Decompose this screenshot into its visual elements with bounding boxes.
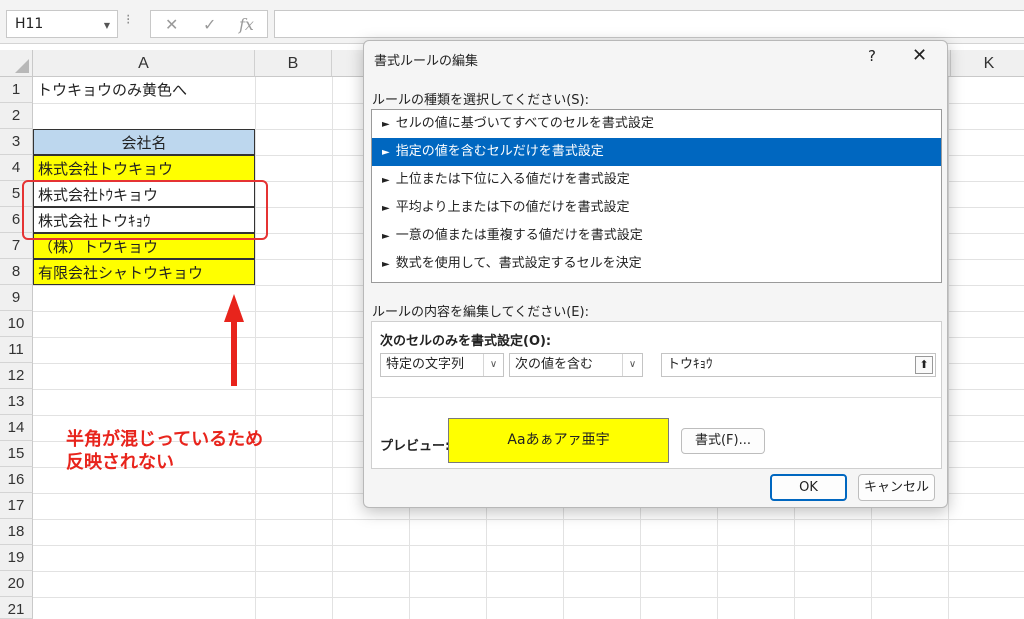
- row-header[interactable]: 3: [0, 129, 33, 155]
- condition-type-value: 特定の文字列: [386, 357, 465, 372]
- row-header[interactable]: 4: [0, 155, 33, 181]
- gridline: [332, 77, 333, 619]
- rule-type-item[interactable]: ► 一意の値または重複する値だけを書式設定: [372, 222, 941, 250]
- row-header[interactable]: 14: [0, 415, 33, 441]
- annotation-line-2: 反映されない: [66, 452, 174, 473]
- rule-type-item-selected[interactable]: ► 指定の値を含むセルだけを書式設定: [372, 138, 941, 166]
- preview-box: Aaあぁアァ亜宇: [448, 418, 669, 463]
- rule-type-text: 指定の値を含むセルだけを書式設定: [395, 144, 604, 159]
- gridline: [33, 519, 1024, 520]
- divider: [372, 397, 941, 398]
- arrow-icon: ►: [382, 203, 390, 214]
- arrow-icon: ►: [382, 147, 390, 158]
- row-header[interactable]: 10: [0, 311, 33, 337]
- up-arrow-icon: [224, 294, 244, 386]
- cell-a3-header[interactable]: 会社名: [33, 129, 255, 155]
- format-button[interactable]: 書式(F)...: [681, 428, 765, 454]
- select-all-button[interactable]: [0, 50, 33, 77]
- cell-a1[interactable]: トウキョウのみ黄色へ: [33, 77, 255, 103]
- column-header-a[interactable]: A: [33, 50, 255, 77]
- edit-rule-label: ルールの内容を編集してください(E):: [372, 305, 589, 320]
- more-options-icon[interactable]: ⁝: [126, 12, 130, 28]
- rule-type-item[interactable]: ► 平均より上または下の値だけを書式設定: [372, 194, 941, 222]
- rule-type-text: セルの値に基づいてすべてのセルを書式設定: [395, 116, 654, 131]
- annotation-line-1: 半角が混じっているため: [66, 429, 264, 450]
- condition-type-select[interactable]: 特定の文字列 ∨: [380, 353, 504, 377]
- arrow-icon: ►: [382, 119, 390, 130]
- column-header-b[interactable]: B: [255, 50, 332, 77]
- condition-operator-value: 次の値を含む: [515, 357, 594, 372]
- column-header-c[interactable]: [332, 50, 364, 77]
- gridline: [33, 545, 1024, 546]
- gridline: [33, 597, 1024, 598]
- row-header[interactable]: 16: [0, 467, 33, 493]
- cell-a4[interactable]: 株式会社トウキョウ: [33, 155, 255, 181]
- check-icon[interactable]: ✓: [203, 15, 216, 34]
- row-header[interactable]: 2: [0, 103, 33, 129]
- rule-type-item[interactable]: ► 数式を使用して、書式設定するセルを決定: [372, 250, 941, 278]
- formula-input[interactable]: [274, 10, 1024, 38]
- rule-type-label: ルールの種類を選択してください(S):: [372, 93, 589, 108]
- row-header[interactable]: 19: [0, 545, 33, 571]
- chevron-down-icon[interactable]: ∨: [622, 354, 642, 376]
- gridline: [33, 571, 1024, 572]
- cell-a8[interactable]: 有限会社シャトウキョウ: [33, 259, 255, 285]
- name-box-value: H11: [15, 16, 44, 32]
- formula-controls: ✕ ✓ fx: [150, 10, 268, 38]
- rule-type-text: 数式を使用して、書式設定するセルを決定: [395, 256, 642, 271]
- chevron-down-icon[interactable]: ▼: [104, 21, 110, 30]
- condition-value-input[interactable]: トウｷｮｳ ⬆: [661, 353, 936, 377]
- column-header-k[interactable]: K: [951, 50, 1024, 77]
- condition-operator-select[interactable]: 次の値を含む ∨: [509, 353, 643, 377]
- row-header[interactable]: 18: [0, 519, 33, 545]
- rule-type-text: 一意の値または重複する値だけを書式設定: [395, 228, 643, 243]
- row-header[interactable]: 13: [0, 389, 33, 415]
- range-picker-icon[interactable]: ⬆: [915, 356, 933, 374]
- row-header[interactable]: 17: [0, 493, 33, 519]
- formula-bar: H11 ▼ ⁝ ✕ ✓ fx: [0, 0, 1024, 44]
- rule-type-text: 上位または下位に入る値だけを書式設定: [395, 172, 630, 187]
- help-icon[interactable]: ?: [868, 47, 876, 65]
- row-header[interactable]: 15: [0, 441, 33, 467]
- arrow-icon: ►: [382, 175, 390, 186]
- cancel-icon[interactable]: ✕: [165, 15, 178, 34]
- row-header[interactable]: 9: [0, 285, 33, 311]
- row-header[interactable]: 20: [0, 571, 33, 597]
- row-header[interactable]: 8: [0, 259, 33, 285]
- close-icon[interactable]: ✕: [912, 45, 927, 66]
- rule-type-item[interactable]: ► 上位または下位に入る値だけを書式設定: [372, 166, 941, 194]
- rule-type-item[interactable]: ► セルの値に基づいてすべてのセルを書式設定: [372, 110, 941, 138]
- ok-button[interactable]: OK: [770, 474, 847, 501]
- highlight-box: [22, 180, 268, 240]
- name-box[interactable]: H11 ▼: [6, 10, 118, 38]
- format-only-label: 次のセルのみを書式設定(O):: [380, 334, 552, 349]
- cancel-button[interactable]: キャンセル: [858, 474, 935, 501]
- row-header[interactable]: 1: [0, 77, 33, 103]
- dialog-title: 書式ルールの編集: [374, 54, 479, 69]
- gridline: [948, 77, 949, 619]
- annotation-text: 半角が混じっているため 反映されない: [66, 428, 263, 474]
- condition-value-text: トウｷｮｳ: [667, 357, 713, 372]
- rule-type-list[interactable]: ► セルの値に基づいてすべてのセルを書式設定 ► 指定の値を含むセルだけを書式設定 …: [371, 109, 942, 283]
- fx-icon[interactable]: fx: [239, 15, 254, 34]
- edit-format-rule-dialog: 書式ルールの編集 ? ✕ ルールの種類を選択してください(S): ► セルの値に基…: [363, 40, 948, 508]
- arrow-icon: ►: [382, 259, 390, 270]
- preview-label: プレビュー:: [380, 439, 451, 454]
- row-header[interactable]: 12: [0, 363, 33, 389]
- row-header[interactable]: 11: [0, 337, 33, 363]
- chevron-down-icon[interactable]: ∨: [483, 354, 503, 376]
- arrow-icon: ►: [382, 231, 390, 242]
- rule-edit-panel: 次のセルのみを書式設定(O): 特定の文字列 ∨ 次の値を含む ∨ トウｷｮｳ …: [371, 321, 942, 469]
- gridline: [255, 77, 256, 619]
- rule-type-text: 平均より上または下の値だけを書式設定: [395, 200, 630, 215]
- row-header[interactable]: 21: [0, 597, 33, 619]
